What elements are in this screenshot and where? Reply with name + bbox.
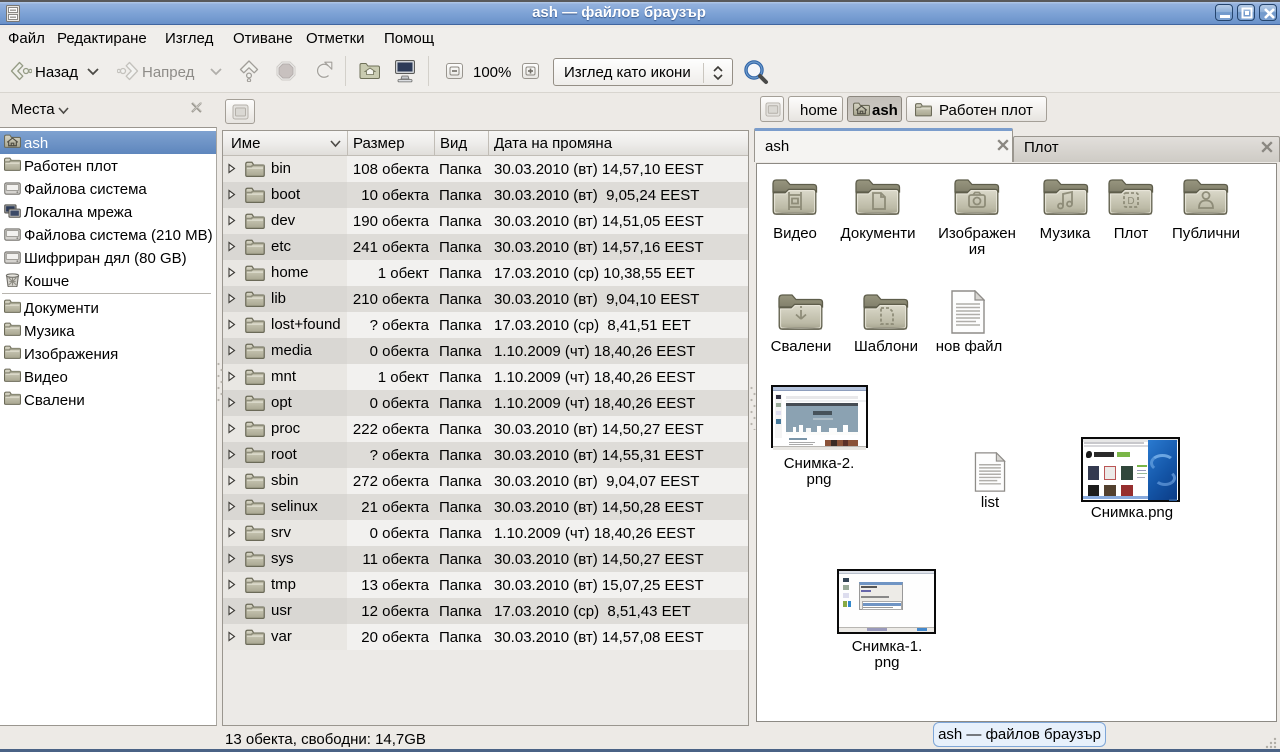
svg-text:D: D — [1127, 196, 1134, 207]
